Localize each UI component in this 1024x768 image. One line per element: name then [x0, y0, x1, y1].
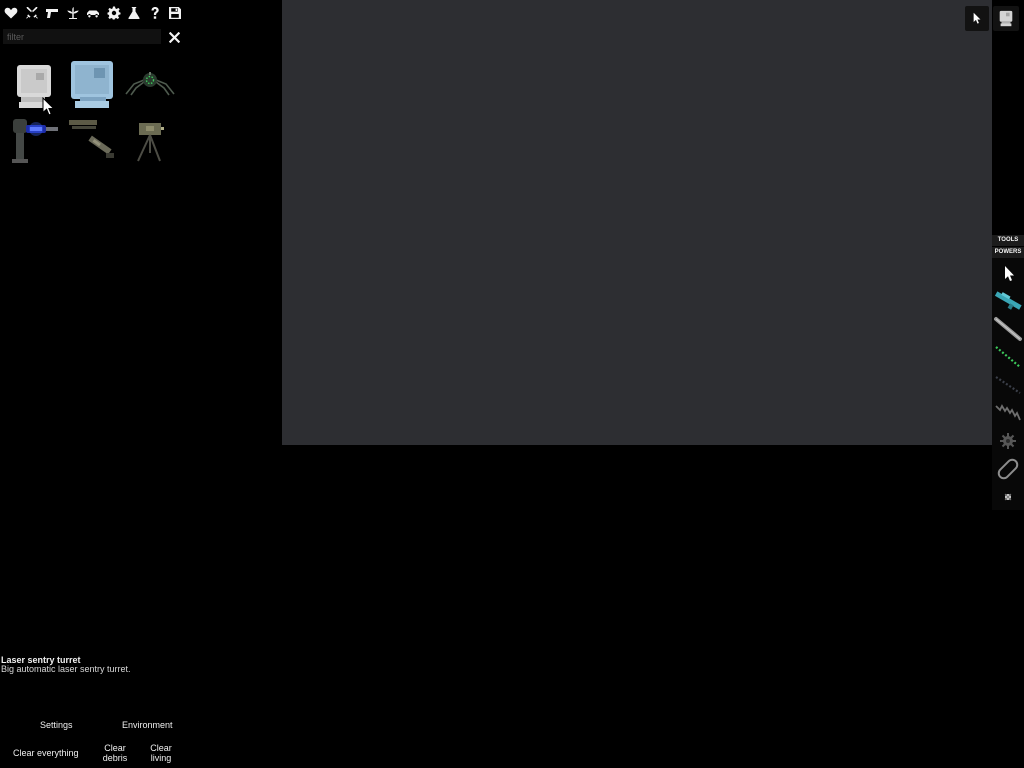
clear-filter-button[interactable] — [166, 29, 182, 45]
save-icon[interactable] — [166, 4, 185, 22]
tool-cursor[interactable] — [992, 259, 1024, 287]
item-spider-sentry[interactable] — [122, 60, 178, 110]
cursor-icon — [1005, 266, 1014, 281]
flask-icon[interactable] — [125, 4, 144, 22]
chain-link-icon — [997, 458, 1019, 480]
tool-gear-cluster[interactable] — [992, 427, 1024, 455]
tool-dark-dotted-line[interactable] — [992, 371, 1024, 399]
tool-strip — [992, 258, 1024, 510]
tab-powers[interactable]: POWERS — [992, 247, 1024, 258]
zigzag-icon — [995, 404, 1021, 421]
cyan-rifle-icon — [994, 291, 1022, 310]
small-dot-icon — [1004, 493, 1012, 501]
close-icon — [168, 31, 180, 43]
tool-green-dotted-line[interactable] — [992, 343, 1024, 371]
heart-icon[interactable] — [2, 4, 21, 22]
pistol-icon[interactable] — [43, 4, 62, 22]
environment-link[interactable]: Environment — [122, 720, 173, 730]
grey-rod-icon — [994, 317, 1022, 341]
tool-small-dot[interactable] — [992, 483, 1024, 511]
gear-icon[interactable] — [105, 4, 124, 22]
spider-sentry-icon — [125, 72, 175, 96]
rifle-parts-icon — [69, 120, 114, 158]
car-icon[interactable] — [84, 4, 103, 22]
crossed-swords-icon[interactable] — [23, 4, 42, 22]
filter-input[interactable] — [3, 29, 161, 44]
settings-link[interactable]: Settings — [40, 720, 73, 730]
tool-chain-link[interactable] — [992, 455, 1024, 483]
monitor-preview-button[interactable] — [993, 6, 1019, 31]
category-bar — [2, 4, 185, 22]
cursor-icon — [973, 12, 980, 24]
monitor-icon — [999, 10, 1013, 26]
clear-everything-link[interactable]: Clear everything — [13, 748, 79, 758]
clear-living-link[interactable]: Clear living — [146, 743, 176, 763]
selected-item-description: Big automatic laser sentry turret. — [1, 664, 131, 674]
item-blue-monitor-machine[interactable] — [64, 59, 120, 109]
item-rifle-parts[interactable] — [64, 115, 120, 165]
plant-icon[interactable] — [64, 4, 83, 22]
select-tool-button[interactable] — [965, 6, 989, 31]
mouse-cursor-icon — [42, 97, 55, 116]
sandbox-viewport[interactable] — [282, 0, 992, 445]
green-dotted-line-icon — [995, 346, 1021, 368]
dark-dotted-line-icon — [995, 376, 1021, 394]
tool-cyan-rifle[interactable] — [992, 287, 1024, 315]
gear-cluster-icon — [1000, 433, 1016, 449]
tool-grey-rod[interactable] — [992, 315, 1024, 343]
toolbar-tabs: TOOLS POWERS — [992, 235, 1024, 259]
blue-monitor-icon — [71, 61, 113, 108]
tab-tools[interactable]: TOOLS — [992, 235, 1024, 246]
clear-debris-link[interactable]: Clear debris — [99, 743, 131, 763]
laser-turret-icon — [12, 119, 58, 163]
item-laser-sentry-turret[interactable] — [6, 115, 62, 165]
tool-zigzag[interactable] — [992, 399, 1024, 427]
tripod-turret-icon — [137, 123, 164, 162]
question-icon[interactable] — [146, 4, 165, 22]
item-tripod-turret[interactable] — [122, 115, 178, 165]
